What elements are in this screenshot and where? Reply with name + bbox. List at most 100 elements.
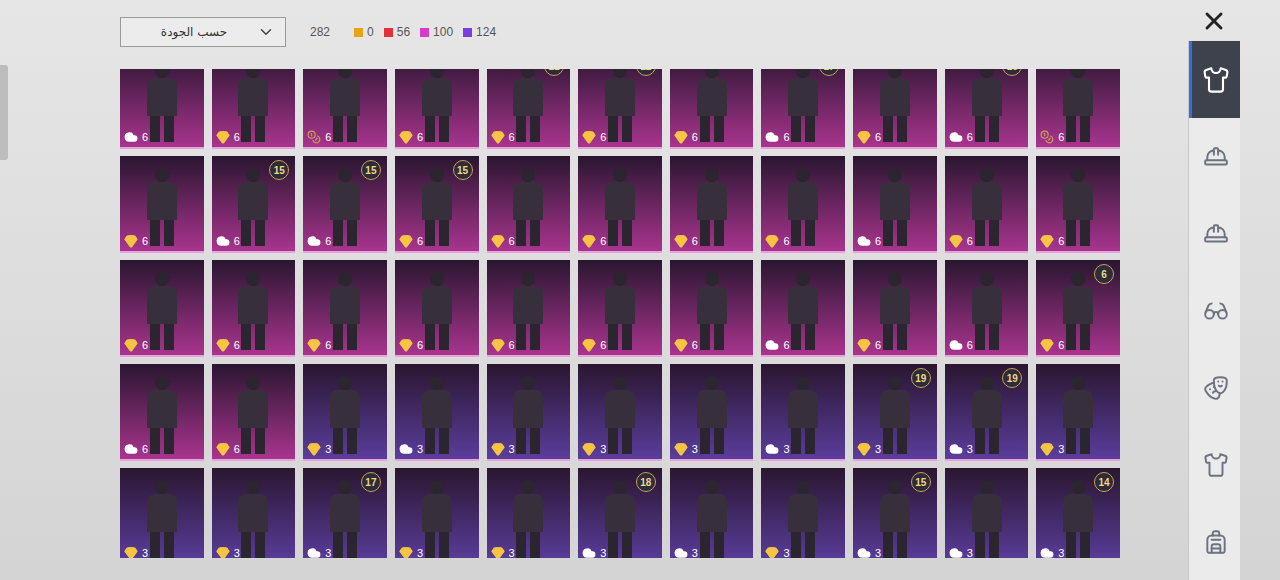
diamond-icon [582,234,596,248]
category-tab[interactable] [1189,349,1240,426]
outfit-card[interactable]: 6 [395,260,479,357]
category-tab[interactable] [1189,195,1240,272]
outfit-card[interactable]: 156 [212,156,296,253]
outfit-card[interactable]: 6 [578,260,662,357]
outfit-card[interactable]: 193 [945,364,1029,461]
outfit-card[interactable]: 6 [120,69,204,149]
outfit-card[interactable]: 193 [853,364,937,461]
outfit-figure [238,168,268,246]
outfit-card[interactable]: 6 [303,260,387,357]
category-tab[interactable] [1189,118,1240,195]
outfit-card[interactable]: 3 [761,468,845,558]
card-score: 3 [765,442,789,456]
outfit-card[interactable]: 6 [212,69,296,149]
outfit-card[interactable]: 6 [487,260,571,357]
category-tab[interactable] [1189,426,1240,503]
outfit-card[interactable]: 3 [945,468,1029,558]
outfit-card[interactable]: 3 [761,364,845,461]
outfit-card[interactable]: 6 [120,260,204,357]
outfit-card[interactable]: 6 [945,260,1029,357]
outfit-card[interactable]: 3 [303,364,387,461]
outfit-card[interactable]: 183 [578,468,662,558]
outfit-card[interactable]: 6 [853,156,937,253]
outfit-card[interactable]: 6 [1036,156,1120,253]
diamond-icon [491,130,505,144]
card-score: 6 [582,338,606,352]
close-button[interactable] [1188,0,1240,41]
diamond-icon [491,338,505,352]
outfit-figure [880,272,910,350]
card-score: 3 [491,442,515,456]
outfit-card[interactable]: 6 [670,156,754,253]
outfit-card[interactable]: 6 [212,364,296,461]
card-score: 6 [949,338,973,352]
outfit-icon [1202,66,1230,94]
outfit-card[interactable]: 3 [395,468,479,558]
outfit-card[interactable]: 3 [578,364,662,461]
outfit-card[interactable]: 6 [945,156,1029,253]
category-tab[interactable] [1189,272,1240,349]
outfit-card[interactable]: 6 [761,156,845,253]
outfit-card[interactable]: 3 [670,468,754,558]
outfit-card[interactable]: 156 [395,156,479,253]
outfit-card[interactable]: 6 [578,156,662,253]
category-tab[interactable] [1189,41,1240,118]
outfit-figure [238,480,268,558]
outfit-card[interactable]: 6 [120,364,204,461]
diamond-icon [1040,442,1054,456]
outfit-card[interactable]: 6 [761,260,845,357]
outfit-figure [147,272,177,350]
outfit-figure [605,168,635,246]
outfit-card[interactable]: 6 [670,69,754,149]
outfit-card[interactable]: 176 [761,69,845,149]
diamond-icon [491,234,505,248]
outfit-card[interactable]: 173 [303,468,387,558]
outfit-card[interactable]: 6 [120,156,204,253]
cloud-icon [765,442,779,456]
outfit-card[interactable]: 3 [395,364,479,461]
card-score: 6 [857,234,881,248]
outfit-card[interactable]: 156 [303,156,387,253]
outfit-card[interactable]: 3 [670,364,754,461]
outfit-card[interactable]: 6 [487,156,571,253]
outfit-card[interactable]: 3 [487,364,571,461]
outfit-card[interactable]: 3 [1036,364,1120,461]
outfit-figure [788,480,818,558]
diamond-icon [582,130,596,144]
outfit-card[interactable]: 3 [212,468,296,558]
cloud-icon [949,546,963,558]
outfit-card[interactable]: 6 [853,69,937,149]
outfit-card[interactable]: 153 [853,468,937,558]
outfit-figure [605,272,635,350]
outfit-card[interactable]: 126 [487,69,571,149]
outfit-card[interactable]: 6 [303,69,387,149]
outfit-card[interactable]: 166 [945,69,1029,149]
outfit-card[interactable]: 3 [120,468,204,558]
outfit-card[interactable]: 6 [1036,69,1120,149]
cloud-icon [857,234,871,248]
outfit-card[interactable]: 6 [853,260,937,357]
outfit-figure [788,376,818,454]
outfit-card[interactable]: 6 [212,260,296,357]
outfit-card[interactable]: 143 [1036,468,1120,558]
outfit-figure [330,480,360,558]
cloud-icon [1040,546,1054,558]
helmet-icon [1203,144,1229,170]
outfit-card[interactable]: 126 [578,69,662,149]
outfit-card[interactable]: 6 [395,69,479,149]
diamond-icon [765,546,779,558]
category-tab[interactable] [1189,503,1240,580]
card-score: 6 [1040,130,1064,144]
outfit-card[interactable]: 3 [487,468,571,558]
diamond-icon [674,442,688,456]
outfit-card[interactable]: 66 [1036,260,1120,357]
card-score: 6 [307,130,331,144]
outfit-figure [697,168,727,246]
card-score: 6 [399,338,423,352]
outfit-figure [972,69,1002,142]
outfit-card[interactable]: 6 [670,260,754,357]
diamond-icon [216,442,230,456]
sort-dropdown[interactable]: حسب الجودة [120,17,286,47]
card-score: 6 [307,338,331,352]
level-badge: 15 [361,160,381,180]
